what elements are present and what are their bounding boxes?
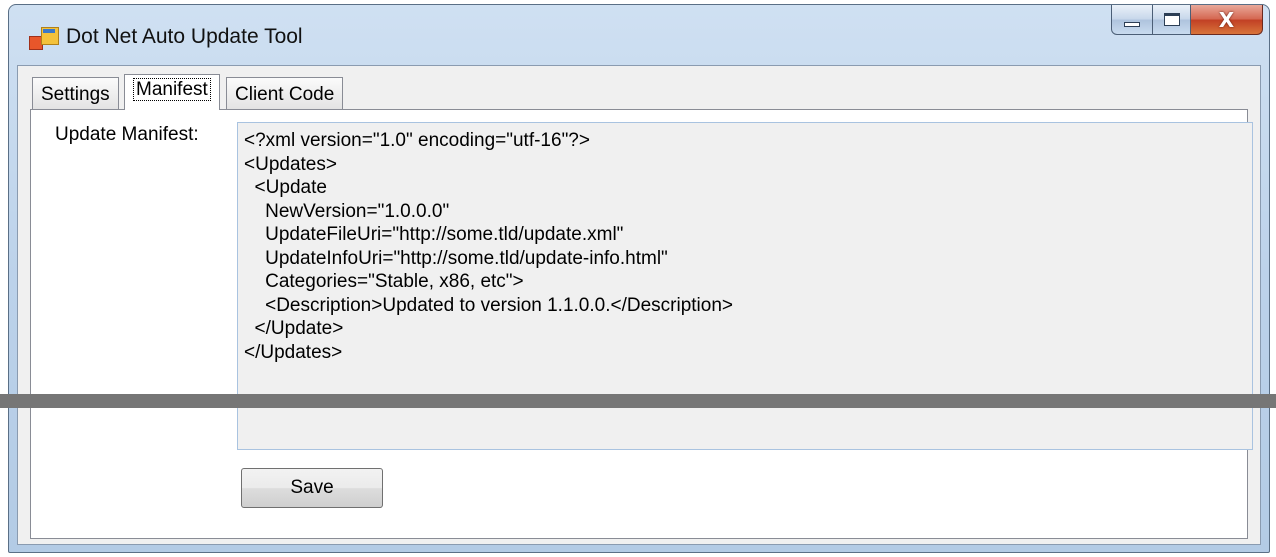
caption-buttons: X — [1111, 5, 1263, 37]
manifest-tab-page: Update Manifest: <?xml version="1.0" enc… — [30, 109, 1253, 539]
manifest-line: UpdateInfoUri="http://some.tld/update-in… — [244, 247, 668, 269]
tab-label: Client Code — [235, 84, 335, 105]
manifest-line: <Updates> — [244, 153, 337, 175]
maximize-button[interactable] — [1153, 5, 1191, 35]
manifest-line: UpdateFileUri="http://some.tld/update.xm… — [244, 224, 624, 245]
manifest-line: </Updates> — [244, 341, 343, 363]
close-button[interactable]: X — [1191, 5, 1263, 35]
tab-label: Manifest — [133, 78, 211, 101]
minimize-button[interactable] — [1111, 5, 1153, 35]
tab-label: Settings — [41, 84, 110, 105]
manifest-line: <Description>Updated to version 1.1.0.0.… — [244, 294, 733, 316]
tab-manifest[interactable]: Manifest — [124, 74, 220, 110]
minimize-icon — [1124, 22, 1140, 27]
manifest-line: </Update> — [244, 318, 344, 339]
app-window: Dot Net Auto Update Tool X Settings Mani… — [8, 4, 1270, 553]
update-manifest-label: Update Manifest: — [55, 124, 199, 145]
manifest-line: <?xml version="1.0" encoding="utf-16"?> — [244, 130, 590, 151]
save-button[interactable]: Save — [241, 468, 383, 508]
manifest-line: Categories="Stable, x86, etc"> — [244, 271, 524, 292]
title-bar[interactable]: Dot Net Auto Update Tool X — [9, 5, 1269, 63]
tab-client-code[interactable]: Client Code — [226, 77, 344, 109]
screenshot-divider-bar — [0, 394, 1276, 408]
app-window-icon — [29, 27, 59, 53]
manifest-line: NewVersion="1.0.0.0" — [244, 200, 450, 222]
close-icon: X — [1218, 7, 1235, 32]
tab-settings[interactable]: Settings — [32, 77, 119, 109]
manifest-line: <Update — [244, 177, 327, 198]
maximize-icon — [1163, 13, 1180, 26]
client-area: Settings Manifest Client Code Update Man… — [17, 65, 1261, 545]
window-title: Dot Net Auto Update Tool — [66, 25, 303, 48]
